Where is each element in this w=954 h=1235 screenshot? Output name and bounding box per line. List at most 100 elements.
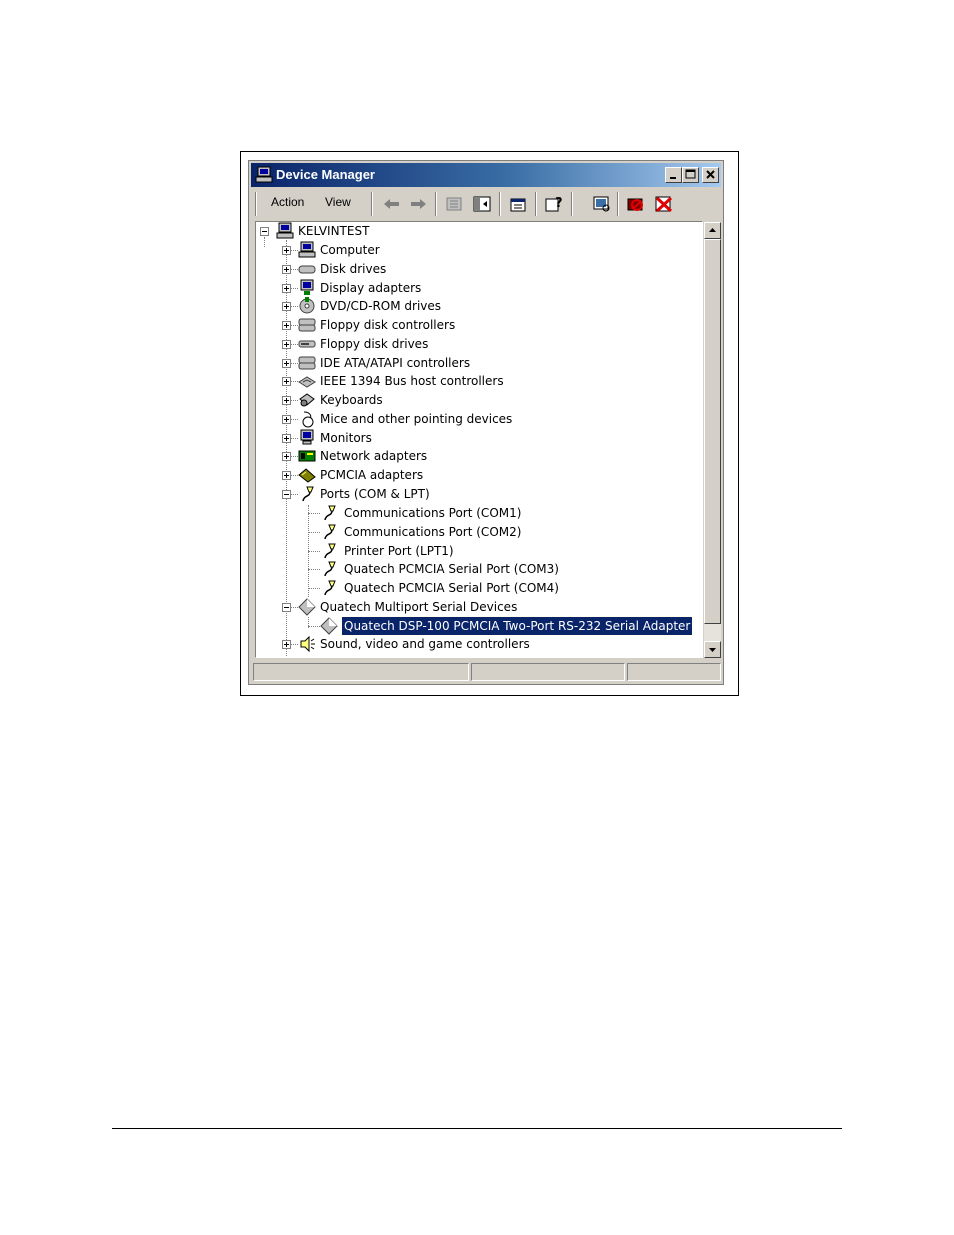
collapse-toggle[interactable] xyxy=(282,603,291,612)
toolbar-separator xyxy=(499,192,501,216)
tree-item-network[interactable]: Network adapters xyxy=(256,447,696,465)
window-title: Device Manager xyxy=(276,167,375,182)
tree-item-port[interactable]: Quatech PCMCIA Serial Port (COM3) xyxy=(256,560,696,578)
status-cell xyxy=(627,663,721,681)
vertical-scrollbar[interactable] xyxy=(704,222,721,658)
tree-item-keyboard[interactable]: Keyboards xyxy=(256,391,696,409)
scan-hardware-icon[interactable] xyxy=(591,194,613,214)
tree-item-port[interactable]: Communications Port (COM2) xyxy=(256,523,696,541)
tree-item-dsp100[interactable]: Quatech DSP-100 PCMCIA Two-Port RS-232 S… xyxy=(256,616,696,636)
tree-item-floppy-controller[interactable]: Floppy disk controllers xyxy=(256,316,696,334)
port-connector-icon xyxy=(324,505,336,521)
tree-connector xyxy=(291,250,298,251)
expand-toggle[interactable] xyxy=(282,640,291,649)
tree-item-disk[interactable]: Disk drives xyxy=(256,260,696,278)
tree-item-port[interactable]: Quatech PCMCIA Serial Port (COM4) xyxy=(256,579,696,597)
expand-toggle[interactable] xyxy=(282,246,291,255)
expand-toggle[interactable] xyxy=(282,396,291,405)
expand-toggle[interactable] xyxy=(282,359,291,368)
tree-item-ieee1394[interactable]: IEEE 1394 Bus host controllers xyxy=(256,372,696,390)
pcmcia-icon xyxy=(298,468,316,483)
collapse-toggle[interactable] xyxy=(260,227,269,236)
tree-item-label: DVD/CD-ROM drives xyxy=(320,299,442,313)
expand-toggle[interactable] xyxy=(282,340,291,349)
status-bar xyxy=(251,661,721,683)
expand-toggle[interactable] xyxy=(282,302,291,311)
tree-item-display[interactable]: Display adapters xyxy=(256,279,696,297)
svg-text:?: ? xyxy=(555,196,563,211)
close-button[interactable] xyxy=(702,167,719,183)
tree-connector xyxy=(291,456,298,457)
scroll-down-button[interactable] xyxy=(704,641,721,658)
tree-connector xyxy=(291,306,298,307)
expand-toggle[interactable] xyxy=(282,321,291,330)
tree-item-ide[interactable]: IDE ATA/ATAPI controllers xyxy=(256,354,696,372)
properties-icon[interactable] xyxy=(507,194,529,214)
tree-connector xyxy=(291,344,298,345)
tree-item-multiport[interactable]: Quatech Multiport Serial Devices xyxy=(256,598,696,616)
tree-connector xyxy=(291,494,298,495)
tree-connector xyxy=(308,551,320,552)
menu-action[interactable]: Action xyxy=(271,195,304,209)
tree-item-floppy-drive[interactable]: Floppy disk drives xyxy=(256,335,696,353)
tree-item-mouse[interactable]: Mice and other pointing devices xyxy=(256,410,696,428)
uninstall-device-icon[interactable] xyxy=(653,194,675,214)
keyboard-icon xyxy=(299,393,315,407)
floppy-drive-icon xyxy=(298,340,316,348)
up-level-icon[interactable] xyxy=(443,194,465,214)
tree-connector xyxy=(291,381,298,382)
tree-item-label: Communications Port (COM1) xyxy=(344,506,522,520)
tree-item-sound[interactable]: Sound, video and game controllers xyxy=(256,635,696,653)
tree-item-dvd[interactable]: DVD/CD-ROM drives xyxy=(256,297,696,315)
status-cell xyxy=(471,663,625,681)
tree-item-ports[interactable]: Ports (COM & LPT) xyxy=(256,485,696,503)
help-icon[interactable]: ? xyxy=(543,194,565,214)
tree-connector xyxy=(291,475,298,476)
page-rule xyxy=(112,1128,842,1129)
tree-connector xyxy=(291,419,298,420)
expand-toggle[interactable] xyxy=(282,434,291,443)
tree-item-label: Mice and other pointing devices xyxy=(320,412,513,426)
tree-item-label: Communications Port (COM2) xyxy=(344,525,522,539)
maximize-button[interactable] xyxy=(682,167,699,183)
computer-icon xyxy=(255,166,273,183)
scroll-up-button[interactable] xyxy=(704,222,721,239)
speaker-icon xyxy=(300,635,315,653)
port-connector-icon xyxy=(302,486,314,502)
expand-toggle[interactable] xyxy=(282,415,291,424)
tree-connector xyxy=(308,532,320,533)
tree-item-label: IDE ATA/ATAPI controllers xyxy=(320,356,471,370)
minimize-button[interactable] xyxy=(665,167,682,183)
tree-item-computer[interactable]: Computer xyxy=(256,241,696,259)
tree-connector xyxy=(291,288,298,289)
tree-connector xyxy=(291,644,298,645)
title-bar[interactable]: Device Manager xyxy=(251,163,721,187)
scroll-thumb[interactable] xyxy=(704,239,721,624)
tree-connector xyxy=(308,569,320,570)
collapse-toggle[interactable] xyxy=(282,490,291,499)
expand-toggle[interactable] xyxy=(282,265,291,274)
tree-item-port[interactable]: Printer Port (LPT1) xyxy=(256,542,696,560)
disk-icon xyxy=(298,265,316,274)
tree-item-label: Sound, video and game controllers xyxy=(320,637,530,651)
show-hide-tree-icon[interactable] xyxy=(471,194,493,214)
tree-root[interactable]: KELVINTEST xyxy=(256,222,696,240)
tree-item-label: IEEE 1394 Bus host controllers xyxy=(320,374,504,388)
tree-item-monitor[interactable]: Monitors xyxy=(256,429,696,447)
expand-toggle[interactable] xyxy=(282,471,291,480)
expand-toggle[interactable] xyxy=(282,377,291,386)
device-tree[interactable]: KELVINTEST Computer Disk drives Display ad… xyxy=(255,221,703,658)
tree-item-label: Display adapters xyxy=(320,281,422,295)
back-arrow-icon[interactable] xyxy=(381,194,403,214)
tree-item-label: Quatech PCMCIA Serial Port (COM4) xyxy=(344,581,559,595)
menu-view[interactable]: View xyxy=(325,195,351,209)
forward-arrow-icon[interactable] xyxy=(407,194,429,214)
expand-toggle[interactable] xyxy=(282,452,291,461)
expand-toggle[interactable] xyxy=(282,284,291,293)
tree-item-port[interactable]: Communications Port (COM1) xyxy=(256,504,696,522)
tree-item-pcmcia[interactable]: PCMCIA adapters xyxy=(256,466,696,484)
disable-device-icon[interactable] xyxy=(625,194,647,214)
tree-item-label: Quatech PCMCIA Serial Port (COM3) xyxy=(344,562,559,576)
diamond-device-icon xyxy=(298,598,316,616)
toolbar-separator xyxy=(435,192,437,216)
